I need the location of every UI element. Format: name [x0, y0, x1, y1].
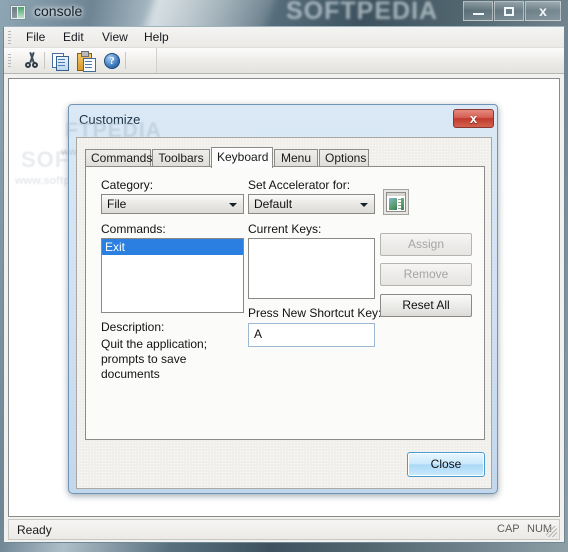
dialog-tabstrip: Commands Toolbars Keyboard Menu Options — [85, 147, 485, 168]
window-title: console — [34, 3, 83, 19]
tab-options[interactable]: Options — [319, 149, 369, 167]
accelerator-value: Default — [254, 197, 293, 211]
dialog-close-action-button[interactable]: Close — [407, 452, 485, 477]
tab-menu[interactable]: Menu — [274, 149, 318, 167]
minimize-button[interactable] — [463, 1, 493, 21]
window-titlebar[interactable]: console x — [0, 0, 568, 26]
customize-dialog: Customize x FTPEDIA www.softp Commands T… — [61, 104, 498, 494]
accelerator-combobox[interactable]: Default — [248, 194, 375, 214]
accelerator-label: Set Accelerator for: — [248, 178, 351, 192]
window-preview-icon[interactable] — [383, 189, 409, 215]
status-message: Ready — [17, 523, 52, 537]
console-window-icon — [10, 5, 26, 20]
minimize-icon — [472, 13, 484, 15]
menu-item-help[interactable]: Help — [138, 30, 175, 45]
statusbar: Ready CAP NUM — [8, 519, 560, 540]
current-keys-listbox[interactable] — [248, 238, 375, 299]
toolbar-gripper[interactable] — [8, 54, 11, 68]
category-value: File — [107, 197, 127, 211]
shortcut-input[interactable]: A — [248, 323, 375, 347]
cut-icon[interactable] — [23, 51, 41, 70]
tab-keyboard[interactable]: Keyboard — [211, 147, 273, 168]
copy-icon[interactable] — [52, 52, 70, 71]
chevron-down-icon — [360, 203, 368, 207]
status-caps-indicator: CAP — [497, 523, 520, 535]
toolbar: ? — [4, 48, 564, 74]
description-text: Quit the application; prompts to save do… — [101, 337, 208, 381]
tabpage-keyboard: Category: File Set Accelerator for: Defa… — [85, 166, 485, 440]
menu-item-edit[interactable]: Edit — [57, 30, 90, 45]
commands-label: Commands: — [101, 222, 166, 236]
help-icon[interactable]: ? — [103, 52, 121, 70]
commands-listbox[interactable]: Exit — [101, 238, 244, 313]
toolbar-band: ? — [4, 48, 157, 73]
assign-button[interactable]: Assign — [380, 233, 472, 256]
dialog-title: Customize — [79, 112, 141, 127]
menubar-gripper[interactable] — [8, 31, 11, 44]
tab-toolbars[interactable]: Toolbars — [152, 149, 210, 167]
desktop-background: SOFTPEDIA console x File Edit View Help … — [0, 0, 568, 552]
reset-all-button[interactable]: Reset All — [380, 294, 472, 317]
maximize-icon — [504, 7, 514, 16]
paste-icon[interactable] — [77, 51, 96, 72]
resize-grip-icon[interactable] — [546, 526, 557, 537]
tab-commands[interactable]: Commands — [85, 149, 152, 167]
dialog-titlebar[interactable]: Customize x — [72, 108, 496, 134]
maximize-button[interactable] — [494, 1, 524, 21]
toolbar-separator — [125, 52, 126, 69]
dialog-close-button[interactable]: x — [453, 109, 494, 128]
menu-item-file[interactable]: File — [20, 30, 51, 45]
shortcut-label: Press New Shortcut Key: — [248, 306, 382, 320]
help-glyph: ? — [104, 53, 120, 69]
toolbar-separator — [44, 52, 45, 69]
category-combobox[interactable]: File — [101, 194, 244, 214]
list-item[interactable]: Exit — [102, 239, 243, 255]
remove-button[interactable]: Remove — [380, 263, 472, 286]
close-icon: x — [539, 3, 547, 19]
menu-item-view[interactable]: View — [96, 30, 134, 45]
description-label: Description: — [101, 320, 165, 334]
menubar: File Edit View Help — [4, 27, 564, 48]
current-keys-label: Current Keys: — [248, 222, 322, 236]
category-label: Category: — [101, 178, 154, 192]
window-close-button[interactable]: x — [525, 1, 561, 21]
dialog-body: Commands Toolbars Keyboard Menu Options … — [76, 137, 492, 489]
chevron-down-icon — [229, 203, 237, 207]
